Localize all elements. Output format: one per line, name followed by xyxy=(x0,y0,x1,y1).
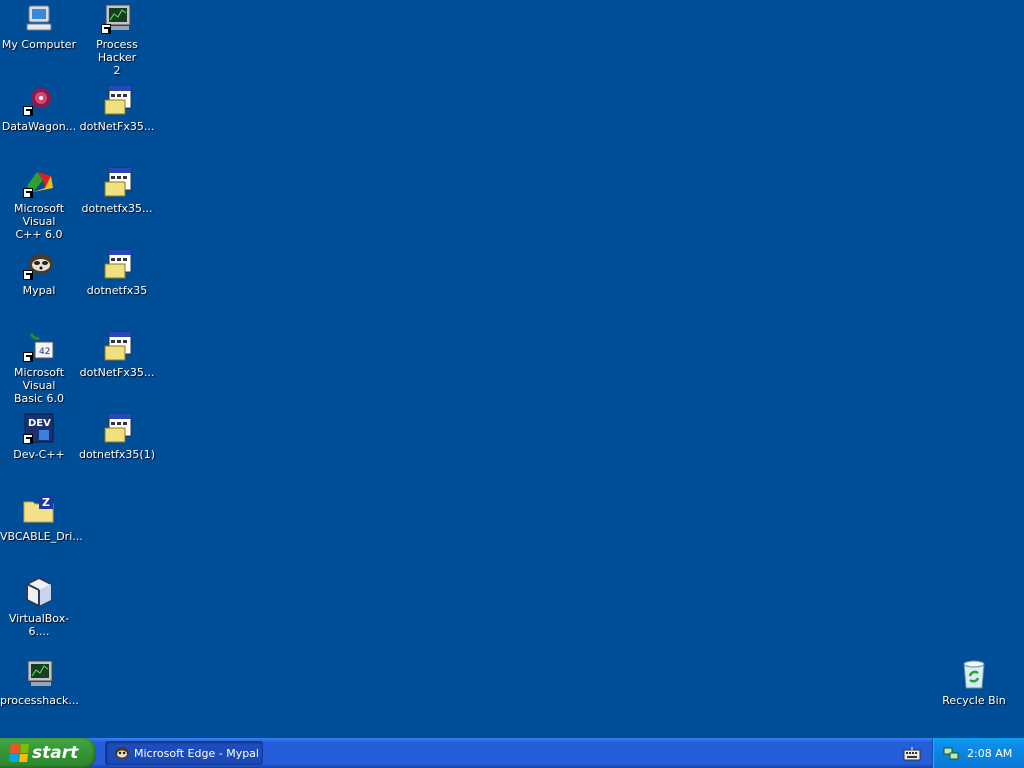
svg-text:42: 42 xyxy=(39,347,50,357)
desktop-icon-processhacker-setup[interactable]: processhack... xyxy=(0,658,79,707)
shortcut-arrow-icon xyxy=(101,24,111,34)
shortcut-arrow-icon xyxy=(23,352,33,362)
taskbar-button-label: Microsoft Edge - Mypal xyxy=(134,746,259,760)
network-connection-icon[interactable] xyxy=(943,745,959,761)
desktop-icon-dotnetfx35-b[interactable]: dotnetfx35... xyxy=(78,166,156,215)
shortcut-arrow-icon xyxy=(23,188,33,198)
installer-icon xyxy=(101,412,133,444)
start-label: start xyxy=(32,743,79,763)
desktop-icon-my-computer[interactable]: My Computer xyxy=(0,2,78,51)
start-button[interactable]: start xyxy=(0,738,96,768)
desktop-icon-dev-cpp[interactable]: DEV Dev-C++ xyxy=(0,412,78,461)
dev-cpp-icon: DEV xyxy=(23,412,55,444)
zip-folder-icon: Z xyxy=(23,494,55,526)
svg-text:DEV: DEV xyxy=(28,418,51,429)
desktop[interactable]: My Computer DataWagon... Microsoft Visua… xyxy=(0,0,1024,738)
windows-logo-icon xyxy=(9,744,29,762)
mypal-icon xyxy=(114,745,130,761)
desktop-icon-visual-cpp[interactable]: Microsoft Visual C++ 6.0 xyxy=(0,166,78,241)
desktop-icon-dotnetfx35-a[interactable]: dotNetFx35... xyxy=(78,84,156,133)
desktop-icon-process-hacker-2[interactable]: Process Hacker 2 xyxy=(78,2,156,77)
shortcut-arrow-icon xyxy=(23,270,33,280)
svg-text:Z: Z xyxy=(42,496,50,509)
keyboard-icon[interactable] xyxy=(903,746,921,761)
taskbar-button-mypal[interactable]: Microsoft Edge - Mypal xyxy=(105,741,263,765)
shortcut-arrow-icon xyxy=(23,106,33,116)
desktop-icon-recycle-bin[interactable]: Recycle Bin xyxy=(935,658,1013,707)
process-hacker-icon xyxy=(23,658,55,690)
visual-basic-icon: 42 xyxy=(23,330,55,362)
process-hacker-icon xyxy=(101,2,133,34)
desktop-icon-dotnetfx35-c[interactable]: dotnetfx35 xyxy=(78,248,156,297)
desktop-icon-dotnetfx35-d[interactable]: dotNetFx35... xyxy=(78,330,156,379)
datawagon-icon xyxy=(23,84,55,116)
installer-icon xyxy=(101,166,133,198)
virtualbox-icon xyxy=(23,576,55,608)
recycle-bin-icon xyxy=(958,658,990,690)
desktop-icon-datawagon[interactable]: DataWagon... xyxy=(0,84,78,133)
taskbar: start Microsoft Edge - Mypal 2:08 AM xyxy=(0,738,1024,768)
visual-cpp-icon xyxy=(23,166,55,198)
desktop-icon-vbcable[interactable]: Z VBCABLE_Dri... xyxy=(0,494,83,543)
installer-icon xyxy=(101,330,133,362)
mypal-icon xyxy=(23,248,55,280)
shortcut-arrow-icon xyxy=(23,434,33,444)
installer-icon xyxy=(101,84,133,116)
installer-icon xyxy=(101,248,133,280)
desktop-icon-dotnetfx35-e[interactable]: dotnetfx35(1) xyxy=(78,412,156,461)
clock[interactable]: 2:08 AM xyxy=(967,747,1012,760)
my-computer-icon xyxy=(23,2,55,34)
desktop-icon-virtualbox[interactable]: VirtualBox-6.... xyxy=(0,576,78,638)
desktop-icon-mypal[interactable]: Mypal xyxy=(0,248,78,297)
system-tray: 2:08 AM xyxy=(932,738,1024,768)
desktop-icon-visual-basic[interactable]: 42 Microsoft Visual Basic 6.0 xyxy=(0,330,78,405)
